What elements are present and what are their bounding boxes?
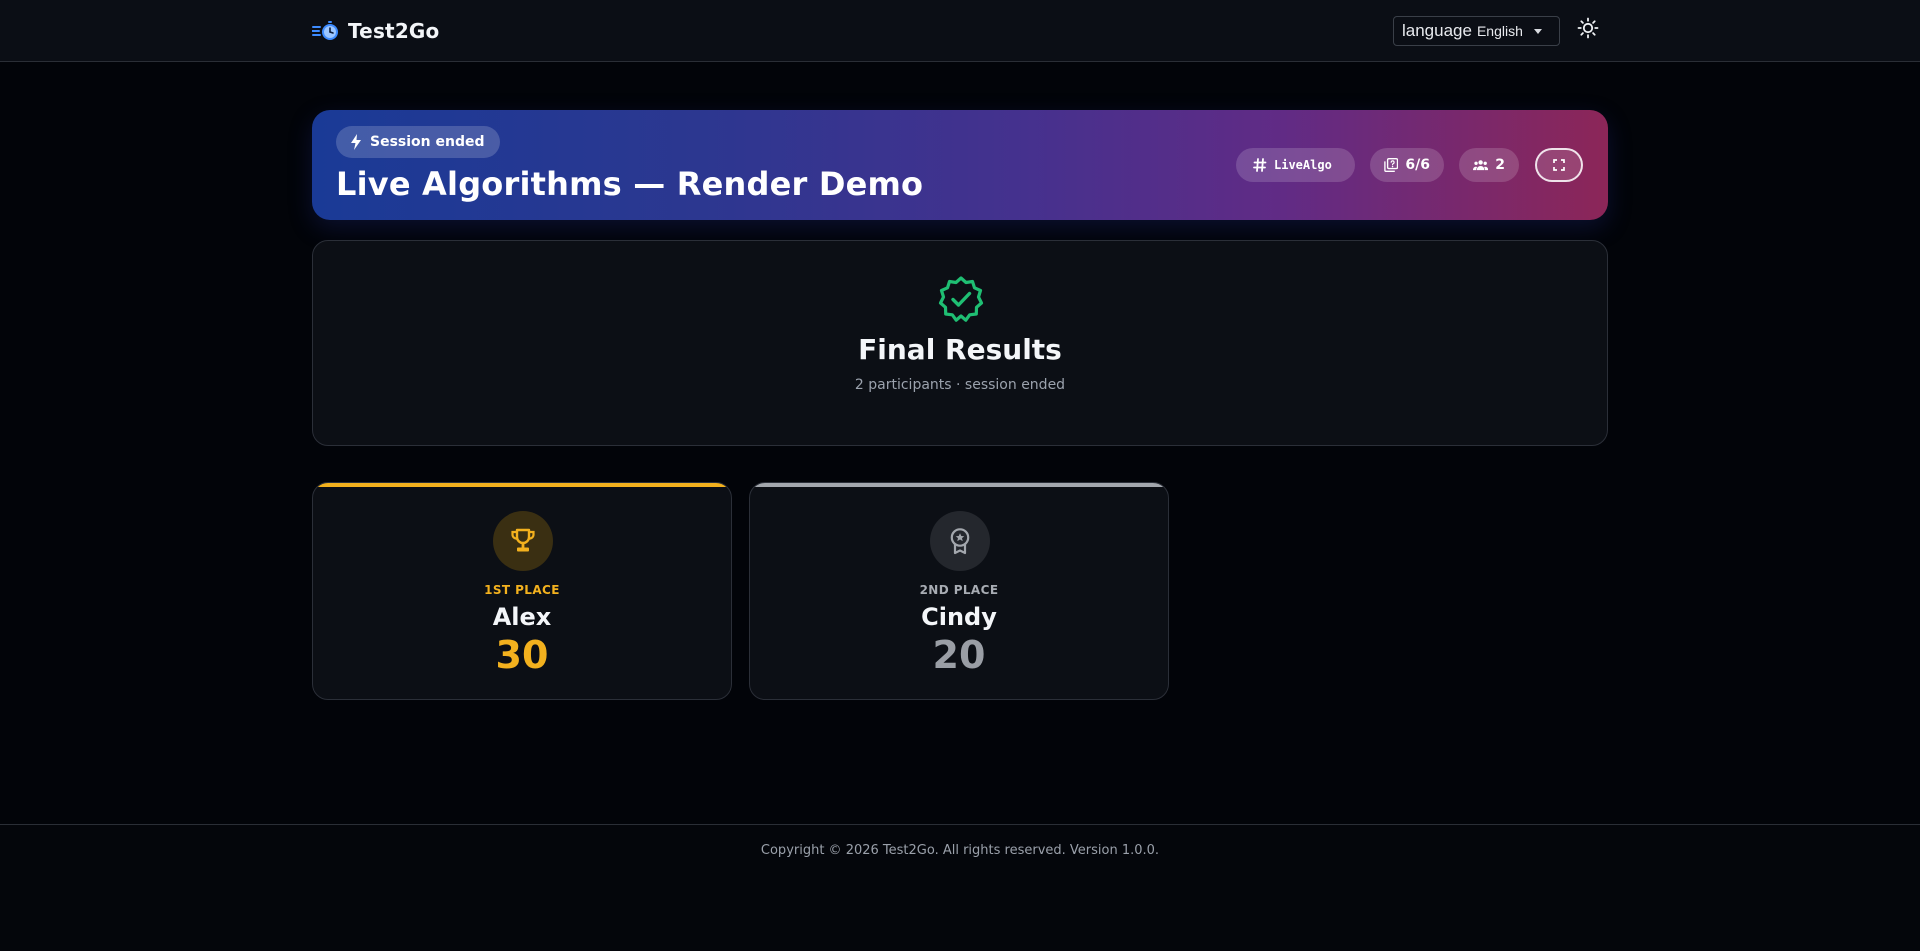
quiz-icon xyxy=(1384,158,1399,172)
trophy-icon xyxy=(511,528,535,552)
language-select[interactable]: language English xyxy=(1393,16,1560,46)
second-place-medal xyxy=(930,511,990,571)
session-status-text: Session ended xyxy=(370,134,485,150)
podium-card-second: 2ND PLACE Cindy 20 xyxy=(749,482,1169,700)
session-hero-banner: Session ended Live Algorithms — Render D… xyxy=(312,110,1608,220)
language-icon: language xyxy=(1402,21,1472,40)
participants-count-text: 2 xyxy=(1495,157,1505,173)
fullscreen-button[interactable] xyxy=(1535,148,1583,182)
podium-card-first: 1ST PLACE Alex 30 xyxy=(312,482,732,700)
fullscreen-icon xyxy=(1553,159,1565,171)
verified-badge-icon xyxy=(938,276,984,322)
group-icon xyxy=(1473,160,1489,171)
first-place-medal xyxy=(493,511,553,571)
first-place-name: Alex xyxy=(492,603,552,631)
final-results-subtitle: 2 participants · session ended xyxy=(854,377,1066,393)
medal-icon xyxy=(950,528,970,555)
participants-count-chip: 2 xyxy=(1459,148,1519,182)
session-code-chip: LiveAlgo xyxy=(1236,148,1355,182)
session-status-badge: Session ended xyxy=(336,126,500,158)
first-place-accent-bar xyxy=(313,483,731,487)
page-footer: Copyright © 2026 Test2Go. All rights res… xyxy=(0,824,1920,951)
brand-name: Test2Go xyxy=(348,19,440,43)
brand-logo-link[interactable]: Test2Go xyxy=(312,18,440,44)
second-place-name: Cindy xyxy=(921,603,997,631)
sun-icon xyxy=(1577,17,1599,39)
hash-icon xyxy=(1253,158,1267,172)
bolt-icon xyxy=(351,134,361,150)
first-place-label: 1ST PLACE xyxy=(484,583,560,597)
second-place-accent-bar xyxy=(750,483,1168,487)
language-selected-value: English xyxy=(1476,23,1523,39)
theme-toggle-button[interactable] xyxy=(1576,16,1600,40)
second-place-label: 2ND PLACE xyxy=(919,583,999,597)
footer-copyright: Copyright © 2026 Test2Go. All rights res… xyxy=(760,843,1160,858)
final-results-card: Final Results 2 participants · session e… xyxy=(312,240,1608,446)
first-place-score: 30 xyxy=(495,633,549,677)
session-title: Live Algorithms — Render Demo xyxy=(336,165,924,203)
questions-progress-text: 6/6 xyxy=(1405,157,1430,173)
final-results-title: Final Results xyxy=(858,333,1062,366)
top-navbar: Test2Go language English xyxy=(0,0,1920,62)
questions-progress-chip: 6/6 xyxy=(1370,148,1444,182)
stopwatch-icon xyxy=(312,18,340,44)
session-code-text: LiveAlgo xyxy=(1274,158,1332,172)
second-place-score: 20 xyxy=(932,633,986,677)
caret-down-icon xyxy=(1533,28,1542,34)
